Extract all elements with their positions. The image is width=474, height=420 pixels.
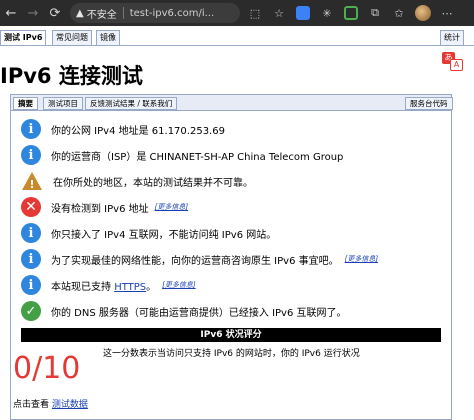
result-text: 没有检测到 IPv6 地址 bbox=[51, 203, 149, 215]
reload-icon[interactable]: ⟳ bbox=[44, 2, 66, 24]
result-row: i 你只接入了 IPv4 互联网，不能访问纯 IPv6 网站。 bbox=[21, 221, 276, 245]
check-icon: ✓ bbox=[21, 301, 41, 321]
address-bar[interactable]: ▲ 不安全 test-ipv6.com/i... bbox=[70, 3, 240, 23]
page-title: IPv6 连接测试 bbox=[0, 64, 143, 88]
info-icon: i bbox=[21, 223, 41, 243]
favorites-icon[interactable]: ✩ bbox=[388, 2, 410, 24]
info-icon: i bbox=[21, 275, 41, 295]
address-separator bbox=[122, 7, 124, 19]
result-row: i 你的运营商（ISP）是 CHINANET-SH-AP China Telec… bbox=[21, 143, 343, 167]
forward-arrow-icon[interactable]: → bbox=[22, 2, 44, 24]
result-row: i 你的公网 IPv4 地址是 61.170.253.69 bbox=[21, 117, 225, 141]
more-menu-icon[interactable]: ⋯ bbox=[436, 2, 458, 24]
security-label: 不安全 bbox=[86, 9, 117, 21]
language-translate-icon[interactable]: あ A bbox=[442, 52, 464, 72]
info-icon: i bbox=[21, 119, 41, 139]
tab-action-icon[interactable]: ⬚ bbox=[244, 2, 266, 24]
https-text-after: 。 bbox=[146, 281, 157, 293]
result-text: 你的运营商（ISP）是 CHINANET-SH-AP China Telecom… bbox=[51, 151, 344, 163]
browser-toolbar: ← → ⟳ ▲ 不安全 test-ipv6.com/i... ⬚ ☆ ✳ ⧉ ✩… bbox=[0, 0, 474, 26]
extension-icon[interactable]: ✳ bbox=[316, 2, 338, 24]
score-value: 0/10 bbox=[13, 351, 81, 386]
results-panel: 摘要 测试项目 反馈测试结果 / 联系我们 服务台代码 i 你的公网 IPv4 … bbox=[10, 94, 453, 420]
result-row: ✕ 没有检测到 IPv6 地址 [更多信息] bbox=[21, 195, 188, 219]
warning-icon: ▲ bbox=[76, 7, 84, 19]
tab-feedback[interactable]: 反馈测试结果 / 联系我们 bbox=[85, 97, 178, 110]
result-text: 你的公网 IPv4 地址是 61.170.253.69 bbox=[51, 125, 225, 137]
footer: 点击查看 测试数据 bbox=[13, 397, 88, 410]
result-text: 你只接入了 IPv4 互联网，不能访问纯 IPv6 网站。 bbox=[51, 229, 277, 241]
extension-icon[interactable] bbox=[340, 2, 362, 24]
more-info-link[interactable]: [更多信息] bbox=[155, 202, 188, 212]
result-row: ! 在你所处的地区，本站的测试结果并不可靠。 bbox=[21, 169, 253, 193]
result-text: 在你所处的地区，本站的测试结果并不可靠。 bbox=[53, 177, 253, 189]
result-text: 本站现已支持 HTTPS。 bbox=[51, 278, 156, 293]
result-row: ✓ 你的 DNS 服务器（可能由运营商提供）已经接入 IPv6 互联网了。 bbox=[21, 299, 347, 323]
https-text-before: 本站现已支持 bbox=[51, 281, 115, 293]
result-row: i 本站现已支持 HTTPS。 [更多信息] bbox=[21, 273, 196, 297]
back-arrow-icon[interactable]: ← bbox=[0, 2, 22, 24]
score-header: IPv6 状况评分 bbox=[21, 328, 441, 342]
score-description: 这一分数表示当访问只支持 IPv6 的网站时，你的 IPv6 运行状况 bbox=[103, 349, 360, 359]
tab-summary[interactable]: 摘要 bbox=[13, 97, 38, 110]
collections-icon[interactable]: ⧉ bbox=[364, 2, 386, 24]
error-icon: ✕ bbox=[21, 197, 41, 217]
svg-text:!: ! bbox=[29, 178, 34, 191]
favorite-star-icon[interactable]: ☆ bbox=[268, 2, 290, 24]
info-icon: i bbox=[21, 249, 41, 269]
tab-stats[interactable]: 统计 bbox=[440, 30, 464, 46]
info-icon: i bbox=[21, 145, 41, 165]
footer-prefix: 点击查看 bbox=[13, 400, 52, 410]
warning-icon: ! bbox=[21, 171, 43, 191]
profile-avatar[interactable] bbox=[412, 2, 434, 24]
tab-tests[interactable]: 测试项目 bbox=[43, 97, 83, 110]
result-text: 为了实现最佳的网络性能，向你的运营商咨询原生 IPv6 事宜吧。 bbox=[51, 255, 339, 267]
tab-faq[interactable]: 常见问题 bbox=[52, 30, 92, 46]
result-text: 你的 DNS 服务器（可能由运营商提供）已经接入 IPv6 互联网了。 bbox=[51, 307, 347, 319]
tab-helpdesk-code[interactable]: 服务台代码 bbox=[405, 97, 453, 110]
sub-tabs: 摘要 测试项目 反馈测试结果 / 联系我们 服务台代码 bbox=[11, 95, 453, 111]
result-row: i 为了实现最佳的网络性能，向你的运营商咨询原生 IPv6 事宜吧。 [更多信息… bbox=[21, 247, 378, 271]
menu-divider bbox=[0, 45, 474, 46]
url-text: test-ipv6.com/i... bbox=[129, 7, 215, 19]
tab-mirrors[interactable]: 镜像 bbox=[96, 30, 120, 46]
site-menu: 测试 IPv6 常见问题 镜像 统计 bbox=[0, 30, 474, 46]
tab-test-ipv6[interactable]: 测试 IPv6 bbox=[0, 30, 47, 46]
https-link[interactable]: HTTPS bbox=[114, 282, 146, 293]
more-info-link[interactable]: [更多信息] bbox=[345, 254, 378, 264]
more-info-link[interactable]: [更多信息] bbox=[162, 280, 195, 290]
test-data-link[interactable]: 测试数据 bbox=[52, 400, 88, 410]
extension-icon[interactable] bbox=[292, 2, 314, 24]
